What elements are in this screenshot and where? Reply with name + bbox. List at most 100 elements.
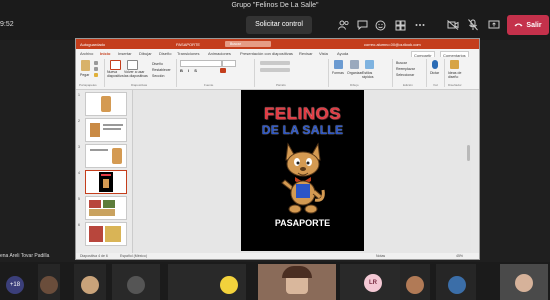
group-edicion: Edición bbox=[403, 83, 413, 87]
tab-animaciones[interactable]: Animaciones bbox=[208, 51, 231, 56]
design-ideas-icon[interactable] bbox=[450, 60, 459, 69]
thumb-text bbox=[101, 174, 111, 176]
share-screen-icon[interactable] bbox=[486, 17, 502, 33]
tab-transiciones[interactable]: Transiciones bbox=[177, 51, 200, 56]
font-size-select[interactable] bbox=[222, 60, 236, 67]
tab-vista[interactable]: Vista bbox=[319, 51, 328, 56]
people-icon[interactable] bbox=[336, 17, 352, 33]
quick-styles-icon[interactable] bbox=[365, 60, 374, 69]
account-name[interactable]: correo.alumno.00@outlook.com bbox=[364, 42, 421, 47]
ribbon-divider bbox=[392, 59, 393, 87]
align-buttons-icon[interactable] bbox=[260, 68, 290, 72]
ribbon-divider bbox=[444, 59, 445, 87]
slide-thumbnail-6[interactable] bbox=[85, 222, 127, 246]
group-parrafo: Párrafo bbox=[276, 83, 286, 87]
file-name: PASAPORTE bbox=[176, 42, 201, 47]
reactions-icon[interactable] bbox=[372, 17, 388, 33]
zoom-level[interactable]: 45% bbox=[456, 254, 463, 258]
thumb-image bbox=[89, 200, 101, 208]
ppt-ribbon: Pegar Portapapeles Nueva diapositiva Vol… bbox=[76, 57, 479, 90]
arrange-icon[interactable] bbox=[350, 60, 359, 69]
design-ideas-label: Ideas de diseño bbox=[448, 71, 462, 79]
group-disenador: Diseñador bbox=[448, 83, 462, 87]
find-button[interactable]: Buscar bbox=[396, 61, 407, 65]
slide-editing-canvas[interactable]: FELINOS DE LA SALLE PASAPORTE bbox=[133, 90, 471, 253]
tab-ayuda[interactable]: Ayuda bbox=[337, 51, 348, 56]
section-button[interactable]: Sección bbox=[152, 74, 164, 78]
copy-icon[interactable] bbox=[94, 67, 98, 71]
participant-tile[interactable] bbox=[436, 264, 476, 300]
slide-thumbnail-1[interactable] bbox=[85, 92, 127, 116]
font-color-icon[interactable] bbox=[220, 68, 226, 73]
shapes-label: Formas bbox=[332, 71, 344, 75]
notes-button[interactable]: Notas bbox=[376, 254, 385, 258]
font-name-select[interactable] bbox=[180, 60, 222, 67]
tab-insertar[interactable]: Insertar bbox=[118, 51, 132, 56]
thumb-number: 3 bbox=[78, 145, 80, 149]
slide-thumbnail-3[interactable] bbox=[85, 144, 127, 168]
participant-tile[interactable] bbox=[500, 264, 548, 300]
list-buttons-icon[interactable] bbox=[260, 61, 290, 65]
camera-off-icon[interactable] bbox=[445, 17, 461, 33]
avatar: LR bbox=[364, 274, 382, 292]
tab-diseno[interactable]: Diseño bbox=[159, 51, 171, 56]
current-slide[interactable]: FELINOS DE LA SALLE PASAPORTE bbox=[241, 90, 364, 251]
meeting-title: Grupo "Felinos De La Salle" bbox=[231, 2, 319, 9]
tab-presentacion[interactable]: Presentación con diapositivas bbox=[240, 51, 293, 56]
tab-archivo[interactable]: Archivo bbox=[80, 51, 93, 56]
thumb-number: 6 bbox=[78, 223, 80, 227]
group-fuente: Fuente bbox=[204, 83, 214, 87]
font-format-buttons[interactable]: B I S bbox=[180, 68, 199, 73]
thumb-number: 4 bbox=[78, 171, 80, 175]
tab-inicio[interactable]: Inicio bbox=[100, 51, 110, 56]
participant-video-tile[interactable] bbox=[258, 264, 336, 300]
participant-tile[interactable] bbox=[112, 264, 160, 300]
layout-button[interactable]: Diseño bbox=[152, 62, 163, 66]
tab-revisar[interactable]: Revisar bbox=[299, 51, 313, 56]
chat-icon[interactable] bbox=[354, 17, 370, 33]
reuse-slides-icon[interactable] bbox=[127, 60, 138, 70]
paste-icon[interactable] bbox=[81, 60, 90, 71]
participant-tile[interactable] bbox=[38, 264, 60, 300]
slide-thumbnail-5[interactable] bbox=[85, 196, 127, 220]
slide-thumbnail-4[interactable] bbox=[85, 170, 127, 194]
slide-counter: Diapositiva 4 de 6 bbox=[80, 254, 108, 258]
avatar bbox=[81, 276, 99, 294]
search-placeholder: Buscar bbox=[230, 42, 241, 46]
canvas-scrollbar[interactable] bbox=[467, 145, 470, 161]
leave-label: Salir bbox=[526, 21, 542, 29]
ribbon-divider bbox=[254, 59, 255, 87]
thumb-image bbox=[105, 226, 121, 242]
new-slide-icon[interactable] bbox=[110, 60, 121, 70]
tab-dibujar[interactable]: Dibujar bbox=[139, 51, 152, 56]
slide-thumbnail-2[interactable] bbox=[85, 118, 127, 142]
cat-mascot-image bbox=[281, 142, 325, 214]
more-participants-badge[interactable]: +18 bbox=[6, 276, 24, 294]
format-painter-icon[interactable] bbox=[94, 73, 98, 77]
participant-tile[interactable] bbox=[400, 264, 430, 300]
ppt-ribbon-tabs: Archivo Inicio Insertar Dibujar Diseño T… bbox=[76, 49, 479, 60]
autosave-label[interactable]: Autoguardado bbox=[80, 42, 105, 47]
select-button[interactable]: Seleccionar bbox=[396, 73, 414, 77]
ribbon-divider bbox=[176, 59, 177, 87]
ppt-search-box[interactable]: Buscar bbox=[225, 41, 271, 47]
cut-icon[interactable] bbox=[94, 61, 98, 65]
reset-button[interactable]: Restablecer bbox=[152, 68, 171, 72]
group-dibujo: Dibujo bbox=[350, 83, 359, 87]
participant-tile[interactable] bbox=[168, 264, 246, 300]
shared-powerpoint-window: Autoguardado PASAPORTE Buscar correo.alu… bbox=[75, 38, 480, 260]
thumb-image bbox=[89, 226, 103, 242]
rooms-icon[interactable] bbox=[392, 17, 408, 33]
participant-tile[interactable] bbox=[74, 264, 106, 300]
leave-button[interactable]: Salir bbox=[507, 15, 549, 35]
request-control-button[interactable]: Solicitar control bbox=[246, 16, 312, 34]
group-diapositivas: Diapositivas bbox=[131, 83, 148, 87]
thumb-number: 1 bbox=[78, 93, 80, 97]
language-status[interactable]: Español (México) bbox=[120, 254, 147, 258]
slide-caption: PASAPORTE bbox=[274, 218, 331, 228]
dictate-icon[interactable] bbox=[432, 60, 438, 69]
replace-button[interactable]: Reemplazar bbox=[396, 67, 415, 71]
more-options-icon[interactable] bbox=[412, 17, 428, 33]
mic-off-icon[interactable] bbox=[465, 17, 481, 33]
shapes-icon[interactable] bbox=[334, 60, 343, 69]
